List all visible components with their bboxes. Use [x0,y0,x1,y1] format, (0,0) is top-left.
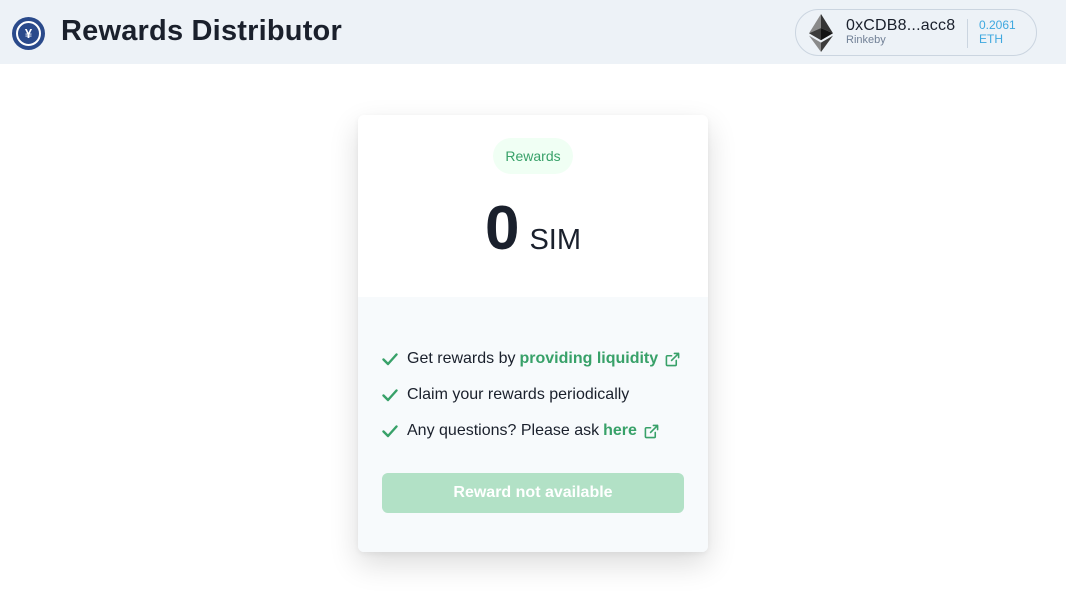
app-header: ¥ Rewards Distributor 0xCDB8...acc8 Rink… [0,0,1066,64]
eth-balance: 0.2061 ETH [979,18,1016,46]
info-list: Get rewards by providing liquidity Claim… [382,341,680,449]
reward-unit: SIM [529,224,582,256]
check-icon [382,425,398,438]
info-text: Get rewards by [407,350,516,367]
info-text: Any questions? Please ask [407,422,600,439]
info-item-claim: Claim your rewards periodically [382,377,680,413]
app-title: Rewards Distributor [61,15,342,47]
account-button[interactable]: 0xCDB8...acc8 Rinkeby 0.2061 ETH [795,9,1037,56]
check-icon [382,389,398,402]
info-item-questions: Any questions? Please ask here [382,413,680,449]
claim-reward-button[interactable]: Reward not available [382,473,684,513]
rewards-badge: Rewards [493,138,573,174]
reward-amount: 0 [484,194,520,263]
yen-coin-logo-icon: ¥ [12,17,45,50]
account-divider [967,19,968,48]
wallet-address: 0xCDB8...acc8 [846,17,956,34]
reward-amount-row: 0 SIM [358,193,708,265]
info-item-liquidity: Get rewards by providing liquidity [382,341,680,377]
rewards-card: Rewards 0 SIM Get rewards by providing l… [358,115,708,552]
providing-liquidity-link[interactable]: providing liquidity [519,350,658,368]
network-name: Rinkeby [846,34,886,46]
rewards-summary: Rewards 0 SIM [358,115,708,297]
balance-value: 0.2061 [979,18,1016,32]
external-link-icon[interactable] [665,352,680,367]
external-link-icon[interactable] [644,424,659,439]
rewards-info-panel: Get rewards by providing liquidity Claim… [358,297,708,552]
check-icon [382,353,398,366]
info-text: Claim your rewards periodically [407,386,630,403]
ask-here-link[interactable]: here [603,422,637,440]
balance-unit: ETH [979,32,1003,46]
ethereum-icon [809,14,833,52]
